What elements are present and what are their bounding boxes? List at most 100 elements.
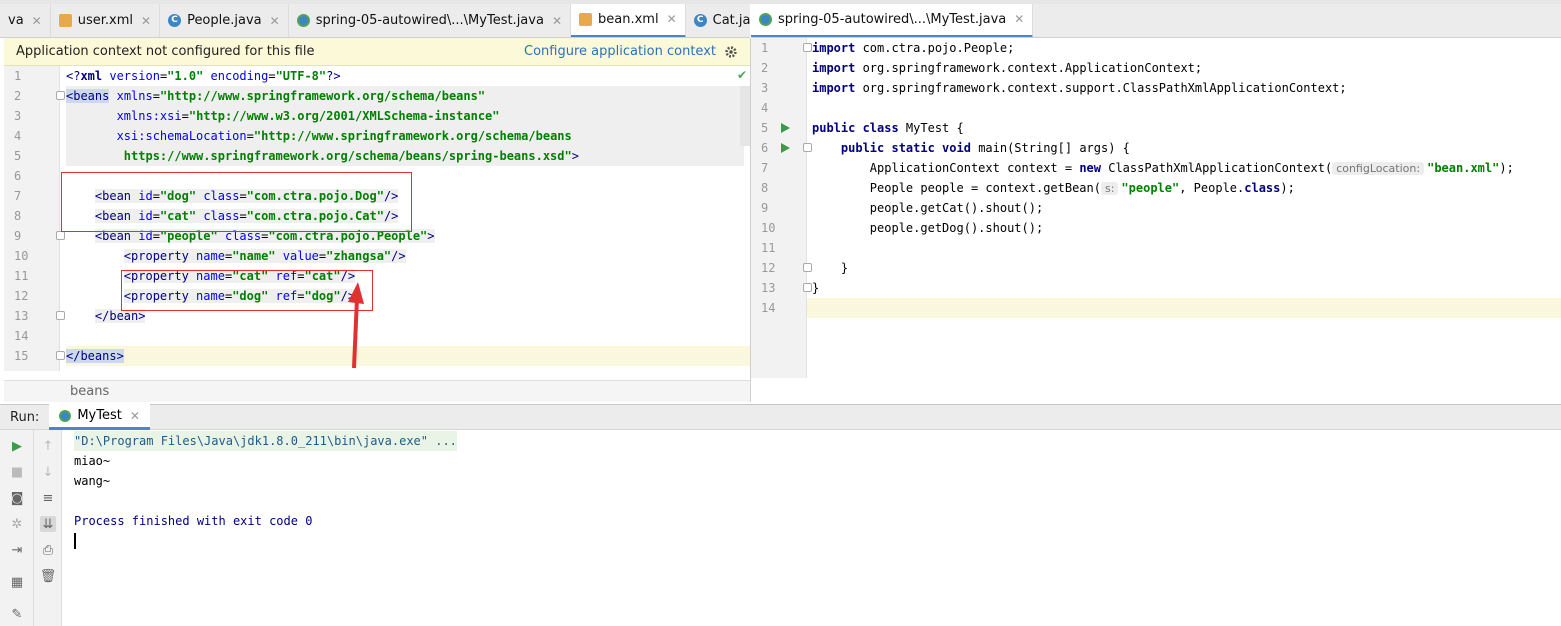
code-line: import org.springframework.context.Appli… — [812, 61, 1203, 75]
fold-icon[interactable] — [803, 143, 812, 152]
tab-label: spring-05-autowired\...\MyTest.java — [315, 13, 544, 28]
breadcrumb-item-beans[interactable]: beans — [70, 384, 109, 399]
line-number: 9 — [14, 229, 22, 243]
line-number: 10 — [14, 249, 29, 263]
inspection-ok-icon[interactable]: ✔ — [737, 68, 747, 82]
editor-scrollbar[interactable] — [740, 86, 750, 146]
tab-people-java[interactable]: C People.java ✕ — [160, 4, 289, 37]
run-tab-label: MyTest — [77, 408, 122, 423]
tab-user-xml[interactable]: user.xml ✕ — [51, 4, 161, 37]
line-number: 13 — [761, 281, 776, 295]
arrow-down-icon[interactable]: ↓ — [40, 464, 56, 480]
fold-icon[interactable] — [56, 351, 65, 360]
code-line: </beans> — [66, 349, 124, 363]
code-line: xsi:schemaLocation="http://www.springfra… — [116, 129, 572, 143]
xml-file-icon — [58, 14, 72, 27]
tab-bean-xml[interactable]: bean.xml ✕ — [571, 4, 686, 37]
camera-icon[interactable]: ◙ — [9, 490, 25, 506]
tab-label: va — [8, 13, 24, 28]
run-panel-header: Run: MyTest ✕ — [0, 404, 1561, 430]
param-hint-config-location: configLocation: — [1332, 162, 1425, 175]
configure-context-link[interactable]: Configure application context — [524, 44, 716, 59]
line-number: 2 — [14, 89, 22, 103]
close-icon[interactable]: ✕ — [1014, 12, 1024, 26]
java-class-icon: C — [168, 14, 182, 27]
line-number: 11 — [761, 241, 776, 255]
stop-icon[interactable]: ■ — [9, 464, 25, 480]
rerun-icon[interactable]: ▶ — [9, 438, 25, 454]
trash-icon[interactable]: 🗑 — [40, 568, 57, 584]
fold-icon[interactable] — [56, 91, 65, 100]
code-line: } — [812, 281, 820, 295]
run-label: Run: — [10, 409, 40, 425]
line-number: 13 — [14, 309, 29, 323]
fold-icon[interactable] — [803, 263, 812, 272]
pin-icon[interactable]: ✎ — [9, 606, 25, 622]
scroll-to-end-icon[interactable]: ⇊ — [40, 516, 56, 532]
code-line: import com.ctra.pojo.People; — [812, 41, 1015, 55]
gear-icon[interactable] — [724, 45, 738, 59]
line-number: 1 — [14, 69, 22, 83]
close-icon[interactable]: ✕ — [552, 14, 562, 28]
fold-icon[interactable] — [56, 231, 65, 240]
left-editor-tab-bar: va ✕ user.xml ✕ C People.java ✕ spring-0… — [0, 4, 750, 38]
close-icon[interactable]: ✕ — [32, 14, 42, 28]
code-line: people.getCat().shout(); — [812, 201, 1044, 215]
run-gutter-icon[interactable] — [781, 143, 790, 153]
line-number: 5 — [14, 149, 22, 163]
right-editor-tab-bar: spring-05-autowired\...\MyTest.java ✕ — [751, 4, 1561, 38]
console-line: Process finished with exit code 0 — [74, 514, 313, 528]
console-line: wang~ — [74, 474, 111, 488]
close-icon[interactable]: ✕ — [130, 409, 140, 423]
java-test-icon — [59, 409, 72, 422]
line-number: 4 — [761, 101, 769, 115]
line-number: 8 — [14, 209, 22, 223]
code-line: <beans xmlns="http://www.springframework… — [66, 89, 486, 103]
tab-mytest-java[interactable]: spring-05-autowired\...\MyTest.java ✕ — [289, 4, 571, 37]
close-icon[interactable]: ✕ — [141, 14, 151, 28]
line-number: 3 — [14, 109, 22, 123]
run-toolbar-secondary: ↑ ↓ ≡ ⇊ ⎙ 🗑 — [34, 430, 62, 626]
line-number: 11 — [14, 269, 29, 283]
code-line: } — [812, 261, 849, 275]
soft-wrap-icon[interactable]: ≡ — [40, 490, 56, 506]
tab-cat-java[interactable]: C Cat.java ✕ — [686, 4, 750, 37]
line-number: 6 — [761, 141, 769, 155]
run-console-output[interactable]: "D:\Program Files\Java\jdk1.8.0_211\bin\… — [62, 430, 1561, 626]
line-number: 14 — [761, 301, 776, 315]
fold-icon[interactable] — [803, 283, 812, 292]
java-class-icon: C — [693, 14, 707, 27]
line-number: 10 — [761, 221, 776, 235]
context-notification-bar: Application context not configured for t… — [4, 38, 750, 66]
line-number: 12 — [14, 289, 29, 303]
java-editor[interactable]: 1 2 3 4 5 6 7 8 9 10 11 12 13 14 import … — [751, 38, 1561, 378]
line-number: 3 — [761, 81, 769, 95]
current-line-highlight — [807, 298, 1561, 318]
fold-icon[interactable] — [803, 43, 812, 52]
print-icon[interactable]: ⎙ — [40, 542, 56, 558]
run-tab-mytest[interactable]: MyTest ✕ — [49, 404, 150, 430]
code-line: public static void main(String[] args) { — [840, 141, 1130, 155]
run-gutter-icon[interactable] — [781, 123, 790, 133]
line-number: 5 — [761, 121, 769, 135]
close-icon[interactable]: ✕ — [667, 12, 677, 26]
tab-partial-java[interactable]: va ✕ — [0, 4, 51, 37]
code-line: xmlns:xsi="http://www.w3.org/2001/XMLSch… — [116, 109, 500, 123]
exit-icon[interactable]: ⇥ — [9, 542, 25, 558]
code-line: People people = context.getBean(s: "peopl… — [812, 181, 1295, 195]
tab-label: People.java — [187, 13, 262, 28]
tab-mytest-java-right[interactable]: spring-05-autowired\...\MyTest.java ✕ — [751, 4, 1034, 37]
arrow-up-icon[interactable]: ↑ — [40, 438, 56, 454]
code-line: public class MyTest { — [812, 121, 964, 135]
line-number: 6 — [14, 169, 22, 183]
close-icon[interactable]: ✕ — [270, 14, 280, 28]
notification-text: Application context not configured for t… — [16, 44, 315, 59]
line-number: 14 — [14, 329, 29, 343]
tab-label: Cat.java — [712, 13, 750, 28]
line-number: 1 — [761, 41, 769, 55]
fold-icon[interactable] — [56, 311, 65, 320]
layout-icon[interactable]: ▦ — [9, 574, 25, 590]
xml-editor[interactable]: 1 2 3 4 5 6 7 8 9 10 11 12 13 14 15 ✔ <?… — [4, 66, 750, 371]
tab-label: user.xml — [77, 13, 133, 28]
settings-icon[interactable]: ✲ — [9, 516, 25, 532]
